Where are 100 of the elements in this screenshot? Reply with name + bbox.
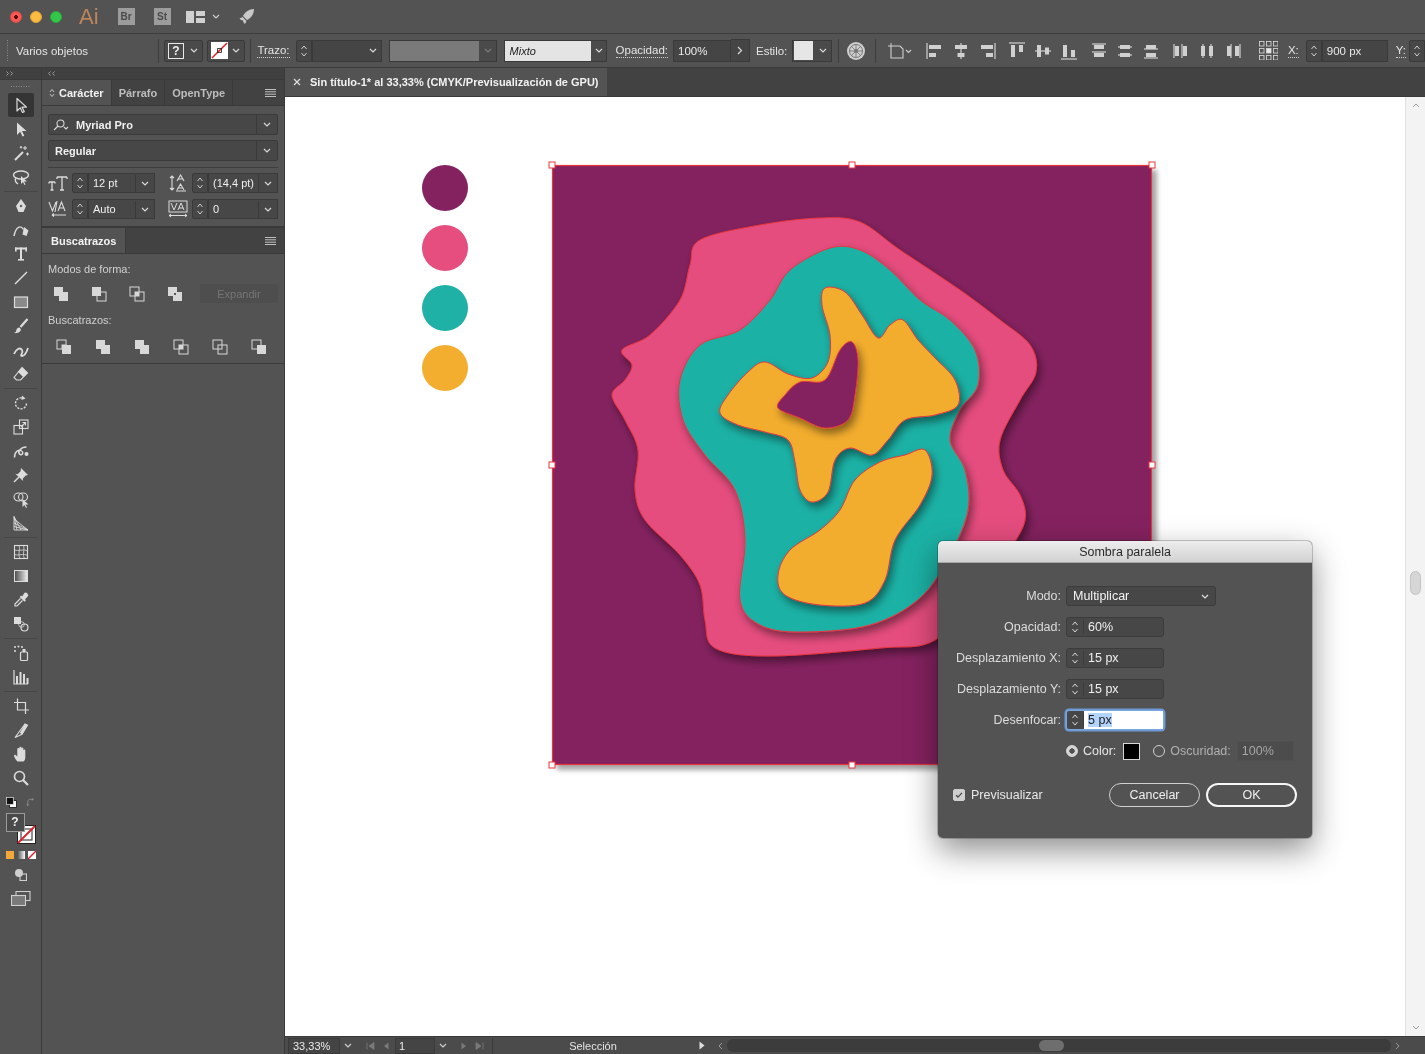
outlined-squares-icon[interactable]: [212, 338, 228, 355]
selection-handle[interactable]: [1148, 161, 1156, 169]
align-top-icon[interactable]: [1007, 41, 1026, 60]
intersect-squares-icon[interactable]: [129, 285, 145, 302]
opacity-field[interactable]: 100%: [673, 39, 731, 62]
scroll-thumb[interactable]: [1039, 1040, 1064, 1051]
selection-handle[interactable]: [1148, 461, 1156, 469]
fill-swatch[interactable]: ?: [5, 813, 25, 832]
y-position-link[interactable]: Y:: [1395, 43, 1406, 58]
scroll-left-icon[interactable]: [718, 1041, 723, 1050]
close-icon[interactable]: [293, 78, 301, 86]
style-swatch-button[interactable]: [792, 39, 832, 62]
merged-squares-icon[interactable]: [134, 338, 150, 355]
selection-handle[interactable]: [548, 461, 556, 469]
stepper-icon[interactable]: [1305, 39, 1322, 62]
combo-field[interactable]: Auto: [88, 199, 155, 219]
value-dropdown[interactable]: Mixto: [503, 39, 607, 62]
horizontal-scrollbar[interactable]: [727, 1039, 1391, 1052]
selection-handle[interactable]: [848, 161, 856, 169]
stepper-icon[interactable]: [72, 173, 88, 193]
page-number-field[interactable]: 1: [395, 1037, 435, 1054]
color-swatch[interactable]: [1123, 742, 1141, 760]
combo-field[interactable]: 12 pt: [88, 173, 155, 193]
menu-icon[interactable]: [265, 88, 276, 97]
number-field[interactable]: 5 px: [1066, 710, 1164, 730]
none-swatch-icon[interactable]: [210, 42, 228, 59]
document-tab[interactable]: Sin título-1* al 33,33% (CMYK/Previsualización de GPU): [285, 68, 607, 96]
checkbox[interactable]: [953, 789, 965, 801]
stepper-icon[interactable]: [1409, 39, 1425, 62]
chevron-right-icon[interactable]: [731, 39, 750, 62]
stepper-icon[interactable]: [192, 199, 208, 219]
square-grid-icon[interactable]: [1258, 41, 1278, 60]
zoom-level-field[interactable]: 33,33%: [288, 1037, 340, 1054]
status-label[interactable]: Selección: [493, 1039, 693, 1052]
stroke-swatch-button[interactable]: [206, 39, 246, 62]
split-squares-icon[interactable]: [56, 338, 72, 355]
selection-handle[interactable]: [848, 761, 856, 769]
panel-tab[interactable]: Buscatrazos: [42, 228, 127, 253]
rocket-icon[interactable]: [237, 8, 255, 25]
back-cut-square-icon[interactable]: [251, 338, 267, 355]
style-label: Estilo:: [756, 44, 788, 57]
radio-button[interactable]: [1066, 745, 1078, 757]
option-label[interactable]: Color:: [1083, 744, 1117, 758]
cut-square-icon[interactable]: [91, 285, 107, 302]
scroll-down-icon[interactable]: [1411, 1025, 1420, 1030]
scroll-thumb[interactable]: [1410, 571, 1421, 595]
panel-tab[interactable]: Carácter: [42, 80, 112, 105]
stroke-weight-field[interactable]: [311, 39, 382, 62]
panel-tab[interactable]: Párrafo: [111, 80, 166, 105]
stepper-icon[interactable]: [192, 173, 208, 193]
close-window-button[interactable]: [10, 10, 22, 23]
selection-handle[interactable]: [548, 761, 556, 769]
zoom-window-button[interactable]: [50, 10, 62, 23]
selection-handle[interactable]: [548, 161, 556, 169]
stepper-icon[interactable]: [72, 199, 88, 219]
align-left-icon[interactable]: [925, 41, 944, 60]
circle-square-icon[interactable]: [14, 868, 27, 881]
dialog-button[interactable]: OK: [1206, 783, 1297, 807]
layout-icon[interactable]: [185, 10, 205, 23]
kerning-icon: [48, 200, 68, 218]
menu-icon[interactable]: [265, 236, 276, 245]
arrow-pointer-icon[interactable]: [7, 93, 34, 117]
distribute-left-icon[interactable]: [1171, 41, 1190, 60]
vertical-scrollbar[interactable]: [1405, 97, 1425, 1036]
collapse-icon[interactable]: [47, 71, 55, 76]
panel-tab[interactable]: OpenType: [165, 80, 234, 105]
stacked-windows-icon[interactable]: [10, 891, 31, 906]
expand-icon[interactable]: [6, 71, 14, 76]
opacity-link[interactable]: Opacidad:: [615, 43, 668, 58]
scroll-right-icon[interactable]: [1395, 1041, 1400, 1050]
none-mode-icon[interactable]: [27, 851, 36, 859]
number-field[interactable]: 15 px: [1066, 679, 1164, 699]
minimize-window-button[interactable]: [30, 10, 42, 23]
stroke-link[interactable]: Trazo:: [257, 43, 290, 58]
select-dropdown[interactable]: Multiplicar: [1066, 586, 1216, 606]
scroll-up-icon[interactable]: [1411, 103, 1420, 108]
distribute-top-icon[interactable]: [1089, 41, 1108, 60]
checkbox-label[interactable]: Previsualizar: [971, 788, 1043, 802]
excluded-overlap-icon[interactable]: [167, 285, 183, 302]
gradient-mode-icon[interactable]: [16, 851, 25, 859]
solid-color-icon[interactable]: [5, 851, 14, 859]
fill-swatch-button[interactable]: ?: [163, 39, 203, 62]
combo-field[interactable]: (14,4 pt): [208, 173, 278, 193]
default-colors-icon[interactable]: [6, 797, 17, 808]
combo-field[interactable]: 0: [208, 199, 278, 219]
search-icon[interactable]: [52, 118, 70, 131]
updown-icon[interactable]: [49, 87, 55, 98]
corner-square-icon[interactable]: [886, 41, 913, 60]
color-wheel-icon[interactable]: [845, 40, 866, 61]
number-field[interactable]: 15 px: [1066, 648, 1164, 668]
trimmed-squares-icon[interactable]: [95, 338, 111, 355]
font-style-dropdown[interactable]: Regular: [48, 140, 278, 161]
x-position-field[interactable]: 900 px: [1321, 39, 1388, 62]
cropped-square-icon[interactable]: [173, 338, 189, 355]
number-field[interactable]: 60%: [1066, 617, 1164, 637]
merged-squares-icon[interactable]: [53, 285, 69, 302]
stepper-icon[interactable]: [295, 39, 312, 62]
x-position-link[interactable]: X:: [1287, 43, 1299, 58]
play-icon[interactable]: [699, 1041, 705, 1050]
font-family-dropdown[interactable]: Myriad Pro: [48, 114, 278, 135]
